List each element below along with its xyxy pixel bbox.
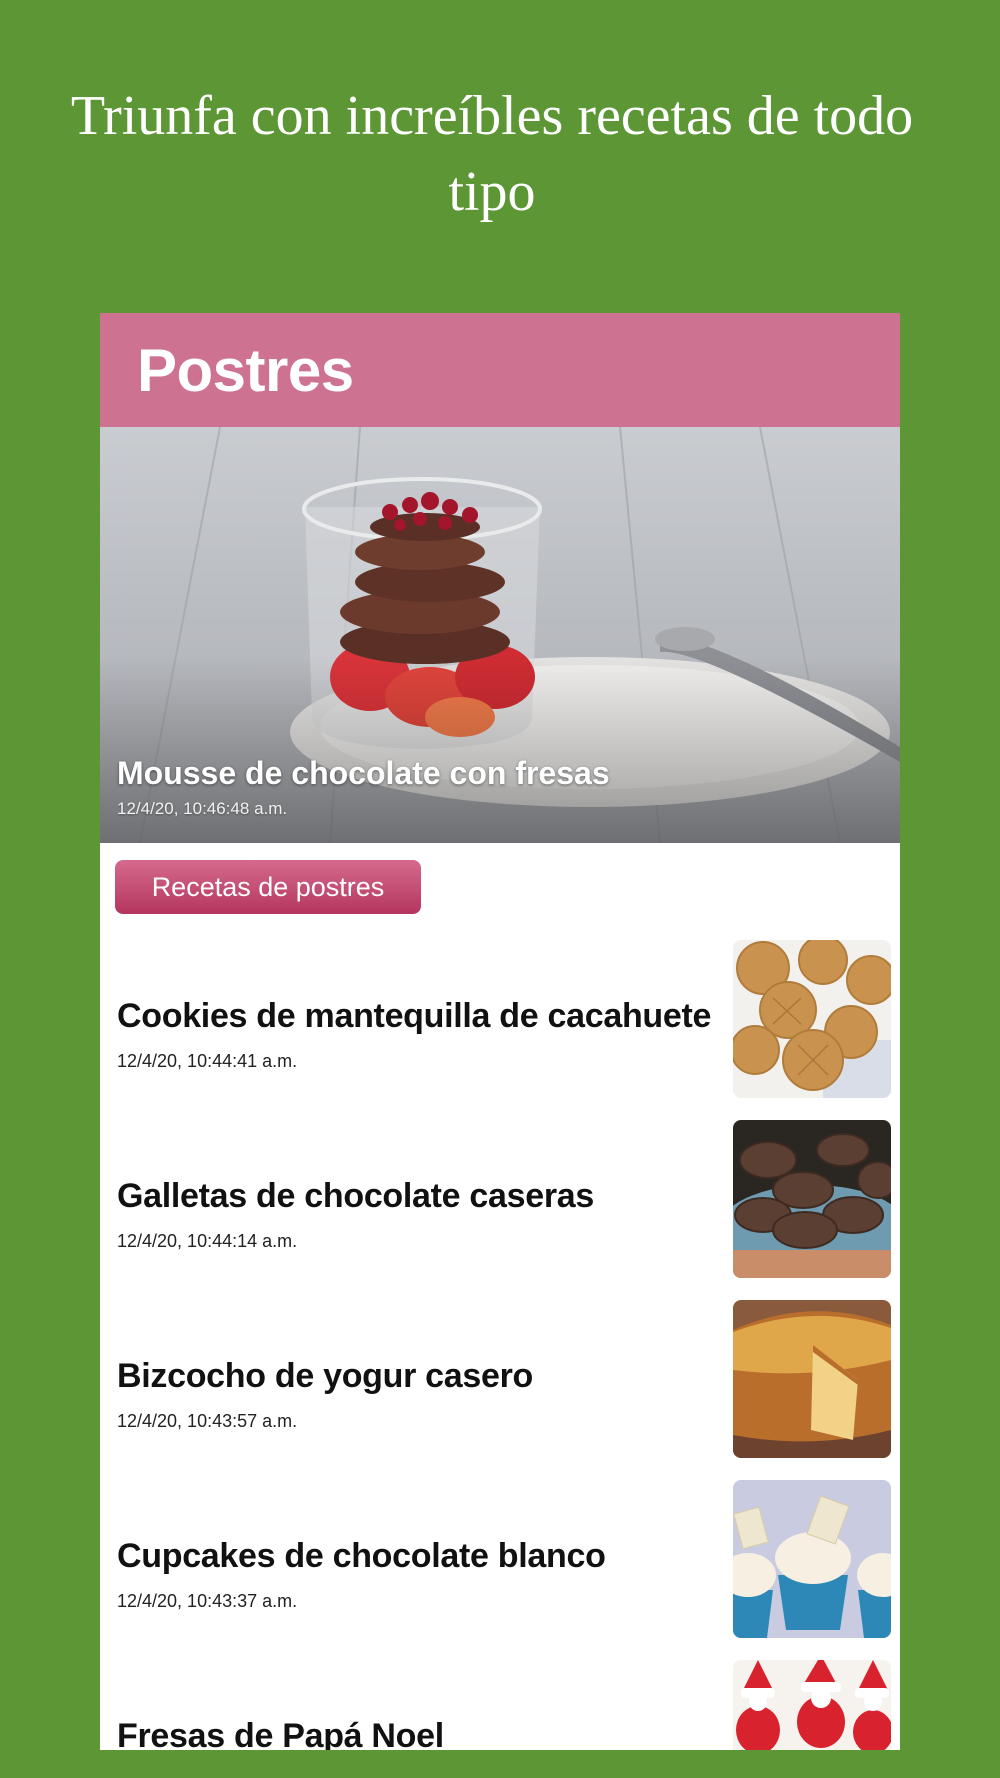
recipe-date: 12/4/20, 10:44:41 a.m. [117, 1051, 298, 1071]
recipe-title: Cookies de mantequilla de cacahuete [117, 997, 712, 1035]
featured-recipe-title: Mousse de chocolate con fresas [117, 755, 610, 791]
recipe-list: Cookies de mantequilla de cacahuete 12/4… [100, 940, 900, 1750]
recipe-title: Galletas de chocolate caseras [117, 1177, 595, 1215]
app-header: Postres [100, 313, 900, 427]
chocolate-cookies-photo [733, 1120, 891, 1278]
page-title: Postres [137, 336, 354, 404]
recetas-de-postres-button[interactable]: Recetas de postres [115, 860, 421, 914]
santa-strawberries-photo [733, 1660, 891, 1750]
recipe-title: Fresas de Papá Noel [117, 1717, 444, 1750]
featured-recipe-date: 12/4/20, 10:46:48 a.m. [117, 799, 288, 818]
yogurt-cake-photo [733, 1300, 891, 1458]
recipe-title: Cupcakes de chocolate blanco [117, 1537, 606, 1575]
recipe-title: Bizcocho de yogur casero [117, 1357, 534, 1395]
recipe-date: 12/4/20, 10:44:14 a.m. [117, 1231, 298, 1251]
list-item[interactable]: Cookies de mantequilla de cacahuete 12/4… [100, 940, 900, 1120]
app-screen: Postres Mousse de chocolate con fresas 1… [100, 313, 900, 1750]
list-item[interactable]: Fresas de Papá Noel [100, 1660, 900, 1750]
recipe-date: 12/4/20, 10:43:57 a.m. [117, 1411, 298, 1431]
peanut-butter-cookies-photo [733, 940, 891, 1098]
list-item[interactable]: Cupcakes de chocolate blanco 12/4/20, 10… [100, 1480, 900, 1660]
white-chocolate-cupcakes-photo [733, 1480, 891, 1638]
list-item[interactable]: Galletas de chocolate caseras 12/4/20, 1… [100, 1120, 900, 1300]
featured-recipe-card[interactable]: Mousse de chocolate con fresas 12/4/20, … [100, 427, 900, 843]
promo-headline: Triunfa con increíbles recetas de todo t… [70, 85, 914, 223]
recipe-date: 12/4/20, 10:43:37 a.m. [117, 1591, 298, 1611]
list-item[interactable]: Bizcocho de yogur casero 12/4/20, 10:43:… [100, 1300, 900, 1480]
